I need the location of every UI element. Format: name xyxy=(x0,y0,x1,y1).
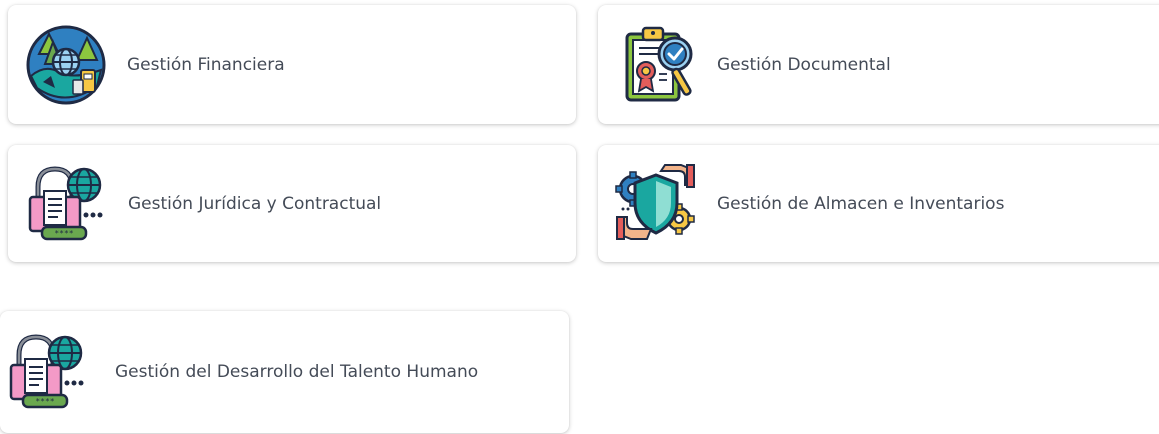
module-label: Gestión Documental xyxy=(717,54,891,75)
svg-text:****: **** xyxy=(35,397,54,406)
module-label: Gestión Jurídica y Contractual xyxy=(128,193,382,214)
earth-finance-icon xyxy=(25,24,107,106)
module-card-gestion-documental[interactable]: Gestión Documental xyxy=(598,5,1159,124)
shield-gear-hand-icon xyxy=(615,163,697,245)
module-card-gestion-desarrollo-talento-humano[interactable]: **** Gestión del Desarrollo del Talento … xyxy=(0,311,569,433)
document-certificate-icon xyxy=(617,24,699,106)
module-label: Gestión de Almacen e Inventarios xyxy=(717,193,1005,214)
lock-globe-document-icon: **** xyxy=(24,163,106,245)
module-card-gestion-financiera[interactable]: Gestión Financiera xyxy=(8,5,576,124)
lock-globe-document-icon: **** xyxy=(5,331,87,413)
module-card-gestion-almacen-inventarios[interactable]: Gestión de Almacen e Inventarios xyxy=(598,145,1159,262)
module-label: Gestión Financiera xyxy=(127,54,285,75)
module-label: Gestión del Desarrollo del Talento Human… xyxy=(115,362,479,382)
modules-grid: Gestión Financiera Gestión Documental **… xyxy=(0,0,1159,434)
svg-text:****: **** xyxy=(54,229,73,238)
module-card-gestion-juridica-contractual[interactable]: **** Gestión Jurídica y Contractual xyxy=(8,145,576,262)
